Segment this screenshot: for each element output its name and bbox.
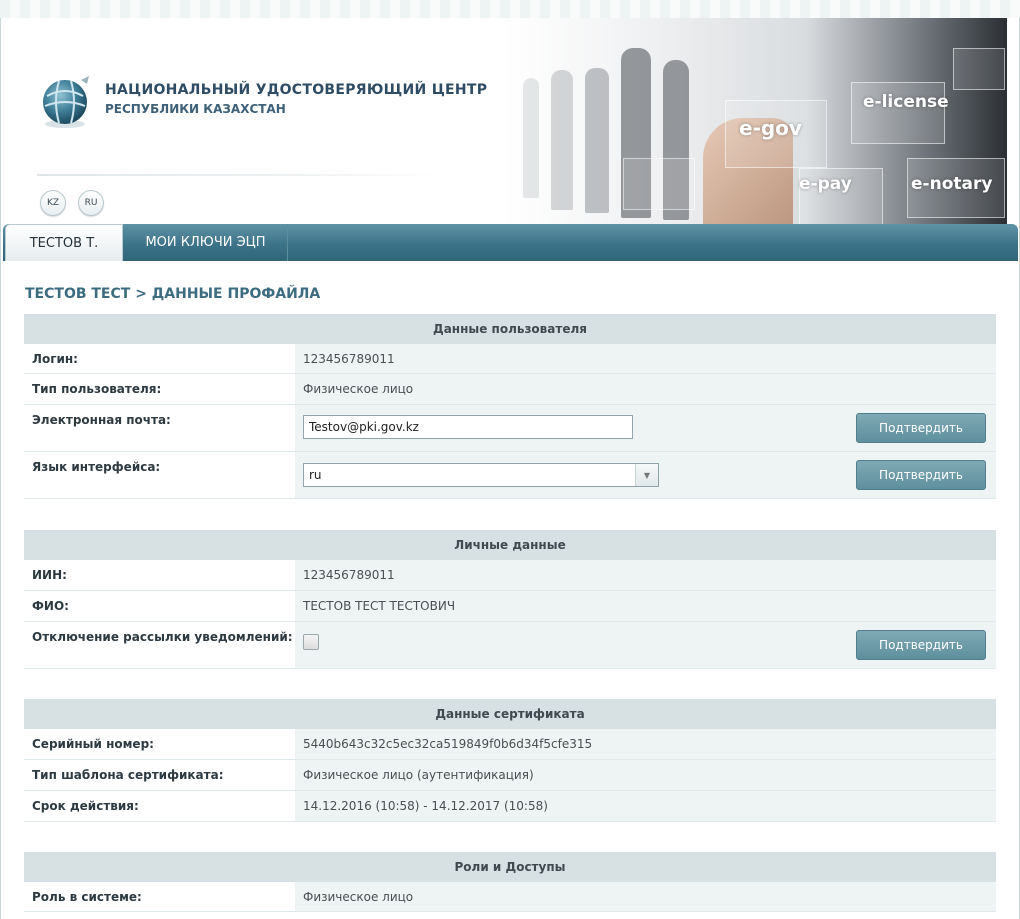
serial-label: Серийный номер: [32, 737, 154, 751]
value-cell: Физическое лицо (аутентификация) [295, 760, 996, 790]
value-cell: Подтвердить [295, 622, 996, 668]
section-roles: Роли и Доступы Роль в системе: Физическо… [24, 852, 996, 912]
row-login: Логин: 123456789011 [24, 344, 996, 374]
fio-value: ТЕСТОВ ТЕСТ ТЕСТОВИЧ [303, 599, 456, 613]
template-value: Физическое лицо (аутентификация) [303, 768, 534, 782]
login-label: Логин: [32, 352, 78, 366]
language-kz-button[interactable]: KZ [40, 190, 66, 216]
validity-value: 14.12.2016 (10:58) - 14.12.2017 (10:58) [303, 799, 548, 813]
row-user-type: Тип пользователя: Физическое лицо [24, 374, 996, 405]
row-iin: ИИН: 123456789011 [24, 560, 996, 591]
value-cell: 14.12.2016 (10:58) - 14.12.2017 (10:58) [295, 791, 996, 821]
email-input[interactable] [303, 415, 633, 439]
email-label: Электронная почта: [32, 413, 171, 427]
row-notifications: Отключение рассылки уведомлений: Подтвер… [24, 622, 996, 669]
banner-enotary-label: e-notary [911, 174, 993, 194]
row-serial: Серийный номер: 5440b643c32c5ec32ca51984… [24, 729, 996, 760]
notifications-label: Отключение рассылки уведомлений: [32, 630, 293, 644]
nav-tab-profile[interactable]: ТЕСТОВ Т. [5, 224, 123, 261]
header-banner-image: e-license e-gov e-pay e-notary [503, 18, 1007, 224]
interface-language-select[interactable]: ru ▼ [303, 463, 659, 487]
interface-language-label: Язык интерфейса: [32, 460, 161, 474]
header-divider [37, 174, 437, 176]
fio-label: ФИО: [32, 599, 69, 613]
disable-notifications-checkbox[interactable] [303, 634, 319, 650]
template-label: Тип шаблона сертификата: [32, 768, 224, 782]
section-heading: Личные данные [24, 530, 996, 560]
row-role: Роль в системе: Физическое лицо [24, 882, 996, 912]
user-type-label: Тип пользователя: [32, 382, 162, 396]
login-value: 123456789011 [303, 352, 395, 366]
top-decorative-strip [0, 0, 1020, 19]
iin-value: 123456789011 [303, 568, 395, 582]
page-title: ТЕСТОВ ТЕСТ > ДАННЫЕ ПРОФАЙЛА [25, 286, 321, 302]
section-personal-data: Личные данные ИИН: 123456789011 ФИО: ТЕС… [24, 530, 996, 669]
value-cell: 123456789011 [295, 560, 996, 590]
section-heading: Роли и Доступы [24, 852, 996, 882]
value-cell: 5440b643c32c5ec32ca519849f0b6d34f5cfe315 [295, 729, 996, 759]
row-interface-language: Язык интерфейса: ru ▼ Подтвердить [24, 452, 996, 499]
globe-logo-icon [43, 76, 89, 128]
confirm-notifications-button[interactable]: Подтвердить [856, 630, 986, 660]
org-name-line1: НАЦИОНАЛЬНЫЙ УДОСТОВЕРЯЮЩИЙ ЦЕНТР [105, 82, 488, 98]
banner-egov-label: e-gov [739, 116, 802, 140]
value-cell: Подтвердить [295, 405, 996, 451]
row-fio: ФИО: ТЕСТОВ ТЕСТ ТЕСТОВИЧ [24, 591, 996, 622]
value-cell: Физическое лицо [295, 882, 996, 911]
iin-label: ИИН: [32, 568, 67, 582]
section-heading: Данные сертификата [24, 699, 996, 729]
row-template: Тип шаблона сертификата: Физическое лицо… [24, 760, 996, 791]
row-validity: Срок действия: 14.12.2016 (10:58) - 14.1… [24, 791, 996, 822]
validity-label: Срок действия: [32, 799, 139, 813]
role-value: Физическое лицо [303, 890, 414, 904]
site-header: НАЦИОНАЛЬНЫЙ УДОСТОВЕРЯЮЩИЙ ЦЕНТР РЕСПУБ… [1, 18, 1019, 224]
org-name-line2: РЕСПУБЛИКИ КАЗАХСТАН [105, 102, 286, 116]
row-email: Электронная почта: Подтвердить [24, 405, 996, 452]
selected-language: ru [309, 468, 322, 482]
confirm-email-button[interactable]: Подтвердить [856, 413, 986, 443]
banner-epay-label: e-pay [799, 174, 852, 194]
value-cell: 123456789011 [295, 344, 996, 373]
serial-value: 5440b643c32c5ec32ca519849f0b6d34f5cfe315 [303, 737, 593, 751]
role-label: Роль в системе: [32, 890, 142, 904]
value-cell: ru ▼ Подтвердить [295, 452, 996, 498]
banner-elicense-label: e-license [863, 92, 949, 112]
section-certificate: Данные сертификата Серийный номер: 5440b… [24, 699, 996, 822]
value-cell: Физическое лицо [295, 374, 996, 404]
section-user-data: Данные пользователя Логин: 123456789011 … [24, 314, 996, 499]
value-cell: ТЕСТОВ ТЕСТ ТЕСТОВИЧ [295, 591, 996, 621]
language-ru-button[interactable]: RU [78, 190, 104, 216]
confirm-language-button[interactable]: Подтвердить [856, 460, 986, 490]
user-type-value: Физическое лицо [303, 382, 414, 396]
nav-tab-my-keys[interactable]: МОИ КЛЮЧИ ЭЦП [124, 224, 288, 261]
section-heading: Данные пользователя [24, 314, 996, 344]
chevron-down-icon[interactable]: ▼ [635, 464, 658, 486]
